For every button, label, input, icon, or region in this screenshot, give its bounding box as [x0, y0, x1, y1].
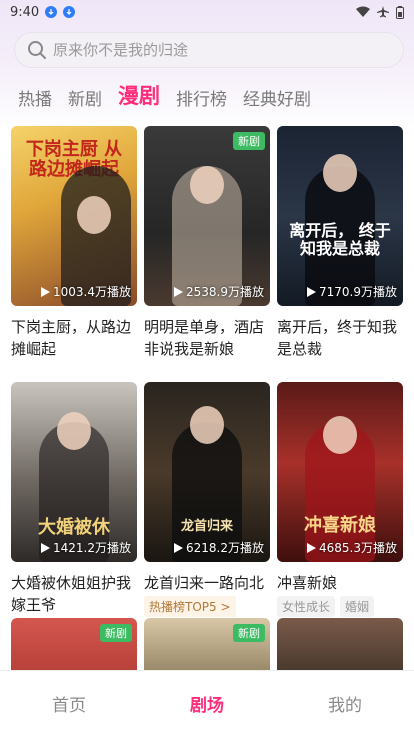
poster-face — [323, 416, 357, 454]
status-bar: 9:40 — [0, 0, 414, 24]
play-icon — [41, 286, 50, 297]
drama-tags: 女性成长 婚姻 — [277, 596, 403, 617]
drama-card[interactable]: 新剧 — [11, 618, 137, 670]
drama-poster: 冲喜新娘 4685.3万播放 — [277, 382, 403, 562]
nav-theater[interactable]: 剧场 — [138, 691, 276, 716]
play-count: 7170.9万播放 — [306, 283, 397, 300]
play-icon — [307, 542, 316, 553]
nav-profile[interactable]: 我的 — [276, 691, 414, 716]
poster-title-art: 龙首归来 — [180, 519, 233, 534]
download-notification-icon-2 — [63, 6, 76, 18]
play-count: 4685.3万播放 — [306, 539, 397, 556]
drama-tags: 热播榜TOP5 > — [144, 596, 270, 617]
download-notification-icon — [45, 6, 58, 18]
nav-home[interactable]: 首页 — [0, 691, 138, 716]
search-input[interactable] — [53, 41, 373, 59]
wifi-icon — [356, 6, 370, 17]
play-icon — [174, 542, 183, 553]
drama-card[interactable]: 离开后， 终于知我是总裁 7170.9万播放 离开后，终于知我是总裁 — [277, 126, 403, 360]
tab-new[interactable]: 新剧 — [68, 85, 102, 110]
play-count-text: 2538.9万播放 — [186, 285, 264, 299]
tab-classic[interactable]: 经典好剧 — [243, 85, 311, 110]
poster-face — [190, 406, 224, 444]
poster-face — [190, 166, 224, 204]
bottom-navigation: 首页 剧场 我的 — [0, 670, 414, 736]
play-count: 2538.9万播放 — [173, 283, 264, 300]
drama-poster: 离开后， 终于知我是总裁 7170.9万播放 — [277, 126, 403, 306]
genre-tag[interactable]: 婚姻 — [340, 596, 375, 617]
play-count: 1421.2万播放 — [40, 539, 131, 556]
play-count-text: 6218.2万播放 — [186, 541, 264, 555]
drama-poster — [277, 618, 403, 670]
poster-face — [323, 154, 357, 192]
drama-card[interactable]: 冲喜新娘 4685.3万播放 冲喜新娘 女性成长 婚姻 — [277, 382, 403, 617]
drama-grid: 下岗主厨 从路边摊崛起 1003.4万播放 下岗主厨，从路边摊崛起 新剧 253… — [11, 126, 403, 617]
play-count: 6218.2万播放 — [173, 539, 264, 556]
drama-card[interactable]: 龙首归来 6218.2万播放 龙首归来一路向北 热播榜TOP5 > — [144, 382, 270, 617]
drama-title: 明明是单身，酒店非说我是新娘 — [144, 318, 265, 358]
ranking-tag[interactable]: 热播榜TOP5 > — [144, 596, 236, 617]
drama-poster: 龙首归来 6218.2万播放 — [144, 382, 270, 562]
play-icon — [307, 286, 316, 297]
drama-poster: 下岗主厨 从路边摊崛起 1003.4万播放 — [11, 126, 137, 306]
status-time: 9:40 — [10, 4, 40, 20]
new-badge: 新剧 — [233, 624, 265, 642]
drama-card[interactable]: 下岗主厨 从路边摊崛起 1003.4万播放 下岗主厨，从路边摊崛起 — [11, 126, 137, 360]
poster-face — [77, 196, 111, 234]
drama-card[interactable]: 新剧 — [144, 618, 270, 670]
play-count-text: 7170.9万播放 — [319, 285, 397, 299]
drama-title: 龙首归来一路向北 — [144, 574, 265, 592]
poster-face — [57, 412, 91, 450]
battery-icon — [396, 5, 404, 19]
new-badge: 新剧 — [100, 624, 132, 642]
play-icon — [174, 286, 183, 297]
search-bar[interactable] — [14, 32, 404, 68]
drama-poster: 新剧 — [11, 618, 137, 670]
search-icon — [28, 41, 46, 59]
play-count-text: 1003.4万播放 — [53, 285, 131, 299]
poster-title-art: 大婚被休 — [38, 517, 110, 538]
tab-hot[interactable]: 热播 — [18, 85, 52, 110]
poster-title-art: 离开后， 终于知我是总裁 — [289, 221, 391, 258]
poster-title-art: 冲喜新娘 — [304, 515, 376, 536]
drama-title: 大婚被休姐姐护我嫁王爷 — [11, 574, 132, 614]
play-count-text: 1421.2万播放 — [53, 541, 131, 555]
drama-card[interactable]: 新剧 2538.9万播放 明明是单身，酒店非说我是新娘 — [144, 126, 270, 360]
drama-title: 离开后，终于知我是总裁 — [277, 318, 398, 358]
drama-card[interactable] — [277, 618, 403, 670]
drama-title: 下岗主厨，从路边摊崛起 — [11, 318, 132, 358]
category-tabs: 热播 新剧 漫剧 排行榜 经典好剧 — [18, 80, 311, 110]
airplane-mode-icon — [377, 6, 389, 18]
drama-poster: 新剧 — [144, 618, 270, 670]
tab-comic-drama[interactable]: 漫剧 — [118, 80, 160, 110]
play-count: 1003.4万播放 — [40, 283, 131, 300]
play-icon — [41, 542, 50, 553]
drama-poster: 新剧 2538.9万播放 — [144, 126, 270, 306]
drama-card[interactable]: 新剧 大婚被休 1421.2万播放 大婚被休姐姐护我嫁王爷 — [11, 382, 137, 617]
tab-ranking[interactable]: 排行榜 — [176, 85, 227, 110]
drama-grid-next-row: 新剧 新剧 — [11, 618, 403, 670]
new-badge: 新剧 — [233, 132, 265, 150]
play-count-text: 4685.3万播放 — [319, 541, 397, 555]
genre-tag[interactable]: 女性成长 — [277, 596, 336, 617]
drama-poster: 新剧 大婚被休 1421.2万播放 — [11, 382, 137, 562]
drama-title: 冲喜新娘 — [277, 574, 338, 592]
